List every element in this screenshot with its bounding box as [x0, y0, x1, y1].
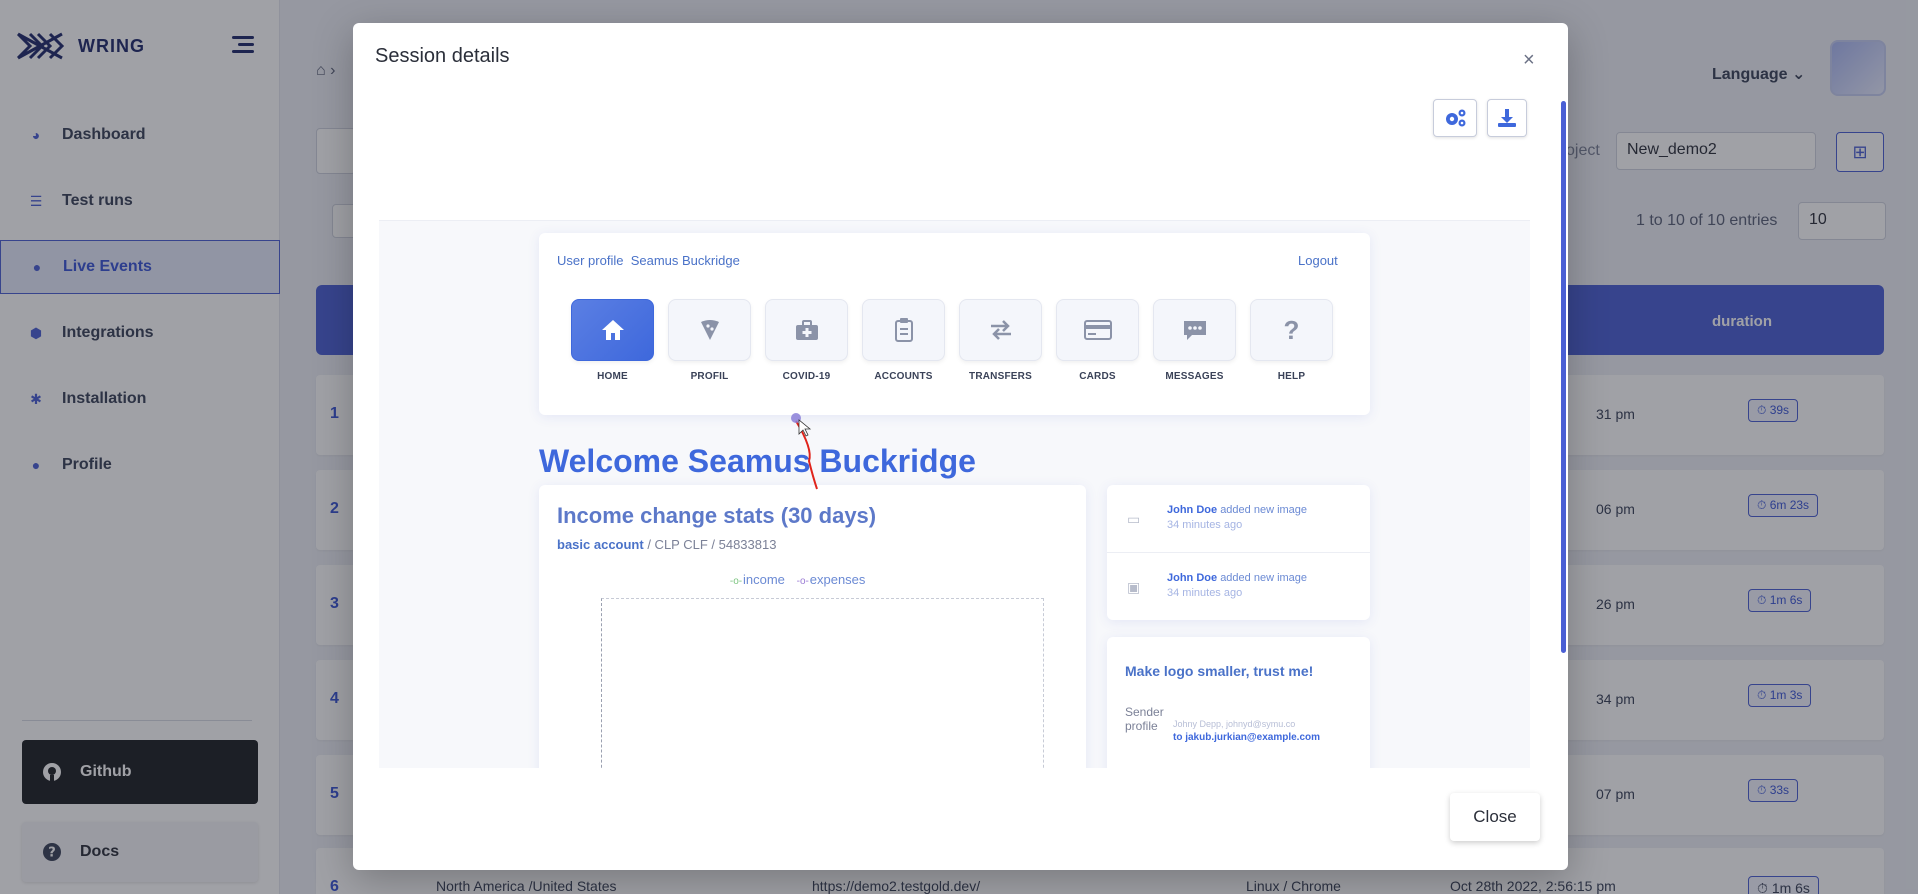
session-details-modal: Session details × User profile Seamus Bu… [353, 23, 1568, 870]
close-button-label: Close [1473, 807, 1517, 826]
scrollbar[interactable] [1561, 101, 1566, 653]
session-replay-viewport[interactable]: User profile Seamus Buckridge Logout HOM… [379, 165, 1530, 768]
download-button[interactable] [1487, 99, 1527, 137]
close-button[interactable]: Close [1450, 793, 1540, 841]
gears-icon [1446, 109, 1466, 127]
mouse-pointer-icon [798, 419, 812, 437]
cursor-trail [791, 413, 818, 490]
replay-toolbar [379, 165, 1530, 221]
replayed-page: User profile Seamus Buckridge Logout HOM… [379, 221, 1530, 768]
settings-button[interactable] [1433, 99, 1477, 137]
download-icon [1498, 109, 1516, 127]
modal-title: Session details [375, 45, 510, 67]
close-icon[interactable]: × [1523, 49, 1535, 72]
